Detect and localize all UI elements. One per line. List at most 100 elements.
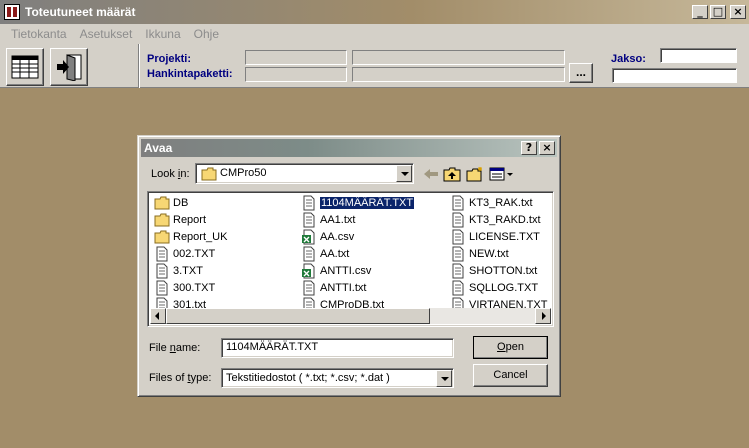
- file-name: SHOTTON.txt: [469, 265, 538, 277]
- file-list[interactable]: DB Report Report_UK 002.TXT 3.TXT 300.TXT 301.…: [147, 191, 554, 327]
- help-button[interactable]: ?: [521, 141, 537, 155]
- jakso-label: Jakso:: [611, 53, 646, 65]
- file-name: DB: [173, 197, 189, 209]
- text-file-icon: [450, 212, 466, 228]
- toolbar-separator: [138, 44, 140, 88]
- file-name: AA.csv: [320, 231, 355, 243]
- menu-ohje[interactable]: Ohje: [194, 27, 219, 41]
- text-file-icon: [450, 280, 466, 296]
- text-file-icon: [301, 212, 317, 228]
- file-name: 002.TXT: [173, 248, 216, 260]
- view-menu-icon[interactable]: [489, 166, 515, 182]
- file-item[interactable]: KT3_RAKD.txt: [450, 212, 541, 228]
- browse-button[interactable]: ...: [569, 63, 593, 83]
- file-name: SQLLOG.TXT: [469, 282, 539, 294]
- scroll-thumb[interactable]: [166, 308, 430, 324]
- file-name: 3.TXT: [173, 265, 203, 277]
- dialog-title-bar[interactable]: Avaa ? ×: [141, 139, 557, 157]
- lookin-value: CMPro50: [220, 167, 267, 179]
- projekti-code-field: [245, 50, 347, 65]
- file-item[interactable]: Report: [154, 212, 206, 228]
- file-item[interactable]: 3.TXT: [154, 263, 203, 279]
- projekti-name-field: [352, 50, 565, 65]
- file-name: AA1.txt: [320, 214, 356, 226]
- dialog-close-button[interactable]: ×: [539, 141, 555, 155]
- minimize-button[interactable]: _: [692, 5, 708, 19]
- file-item[interactable]: LICENSE.TXT: [450, 229, 540, 245]
- maximize-button[interactable]: □: [710, 5, 726, 19]
- file-item[interactable]: Report_UK: [154, 229, 227, 245]
- file-item[interactable]: 1104MÄÄRÄT.TXT: [301, 195, 416, 211]
- file-item[interactable]: SQLLOG.TXT: [450, 280, 538, 296]
- text-file-icon: [154, 263, 170, 279]
- file-name: Report: [173, 214, 207, 226]
- file-name: AA.txt: [320, 248, 350, 260]
- filetype-label: Files of type:: [149, 372, 212, 384]
- lookin-combo[interactable]: CMPro50: [195, 163, 414, 184]
- file-item[interactable]: 002.TXT: [154, 246, 215, 262]
- jakso-input[interactable]: [660, 48, 737, 63]
- projekti-label: Projekti:: [147, 53, 192, 65]
- hankintapaketti-label: Hankintapaketti:: [147, 68, 233, 80]
- table-view-button[interactable]: [6, 48, 44, 86]
- file-item[interactable]: SHOTTON.txt: [450, 263, 537, 279]
- file-name: 300.TXT: [173, 282, 216, 294]
- table-icon: [11, 55, 39, 79]
- hankintapaketti-name-field: [352, 67, 565, 82]
- window-title: Toteutuneet määrät: [25, 5, 136, 19]
- filetype-value: Tekstitiedostot ( *.txt; *.csv; *.dat ): [226, 372, 390, 384]
- filetype-combo[interactable]: Tekstitiedostot ( *.txt; *.csv; *.dat ): [221, 368, 454, 388]
- lookin-label: Look in:: [151, 168, 190, 180]
- file-item[interactable]: AA.txt: [301, 246, 349, 262]
- text-file-icon: [301, 280, 317, 296]
- menu-asetukset[interactable]: Asetukset: [80, 27, 133, 41]
- menu-ikkuna[interactable]: Ikkuna: [145, 27, 180, 41]
- filename-input[interactable]: 1104MÄÄRÄT.TXT: [221, 338, 454, 358]
- text-file-icon: [450, 246, 466, 262]
- text-file-icon: [450, 195, 466, 211]
- file-item[interactable]: ANTTI.csv: [301, 263, 371, 279]
- file-name: KT3_RAK.txt: [469, 197, 533, 209]
- lookin-dropdown-button[interactable]: [396, 165, 412, 182]
- close-button[interactable]: ×: [730, 5, 746, 19]
- up-folder-icon[interactable]: [443, 166, 461, 182]
- file-item[interactable]: ANTTI.txt: [301, 280, 366, 296]
- exit-door-icon: [57, 54, 82, 81]
- scroll-left-button[interactable]: [150, 308, 166, 324]
- open-button[interactable]: Open: [473, 336, 548, 359]
- filename-label: File name:: [149, 342, 201, 354]
- new-folder-icon[interactable]: [466, 166, 484, 182]
- open-dialog: Avaa ? × Look in: CMPro50 DB Report Report…: [137, 135, 561, 397]
- horizontal-scrollbar[interactable]: [150, 308, 551, 324]
- file-item[interactable]: NEW.txt: [450, 246, 509, 262]
- file-item[interactable]: AA.csv: [301, 229, 354, 245]
- main-window-title-bar[interactable]: Toteutuneet määrät _ □ ×: [0, 0, 749, 24]
- text-file-icon: [154, 246, 170, 262]
- text-file-icon: [301, 246, 317, 262]
- text-file-icon: [450, 263, 466, 279]
- cancel-button[interactable]: Cancel: [473, 364, 548, 387]
- file-name: Report_UK: [173, 231, 228, 243]
- file-name: NEW.txt: [469, 248, 509, 260]
- file-item[interactable]: KT3_RAK.txt: [450, 195, 533, 211]
- toolbar: Projekti: Hankintapaketti: Jakso:: [0, 44, 749, 88]
- folder-icon: [201, 167, 217, 181]
- file-item[interactable]: 300.TXT: [154, 280, 215, 296]
- hankintapaketti-code-field: [245, 67, 347, 82]
- exit-button[interactable]: [50, 48, 88, 86]
- file-item[interactable]: DB: [154, 195, 188, 211]
- app-icon: [4, 4, 20, 20]
- scroll-right-button[interactable]: [535, 308, 551, 324]
- text-file-icon: [301, 195, 317, 211]
- file-name: LICENSE.TXT: [469, 231, 540, 243]
- file-item[interactable]: AA1.txt: [301, 212, 355, 228]
- file-name: ANTTI.csv: [320, 265, 372, 277]
- filetype-dropdown-button[interactable]: [436, 370, 452, 387]
- file-name: 1104MÄÄRÄT.TXT: [318, 196, 416, 210]
- jakso-range-input[interactable]: [612, 68, 737, 83]
- menu-tietokanta[interactable]: Tietokanta: [11, 27, 67, 41]
- folder-icon: [154, 212, 170, 228]
- folder-icon: [154, 195, 170, 211]
- back-arrow-icon[interactable]: [422, 166, 440, 182]
- dialog-title: Avaa: [144, 141, 173, 155]
